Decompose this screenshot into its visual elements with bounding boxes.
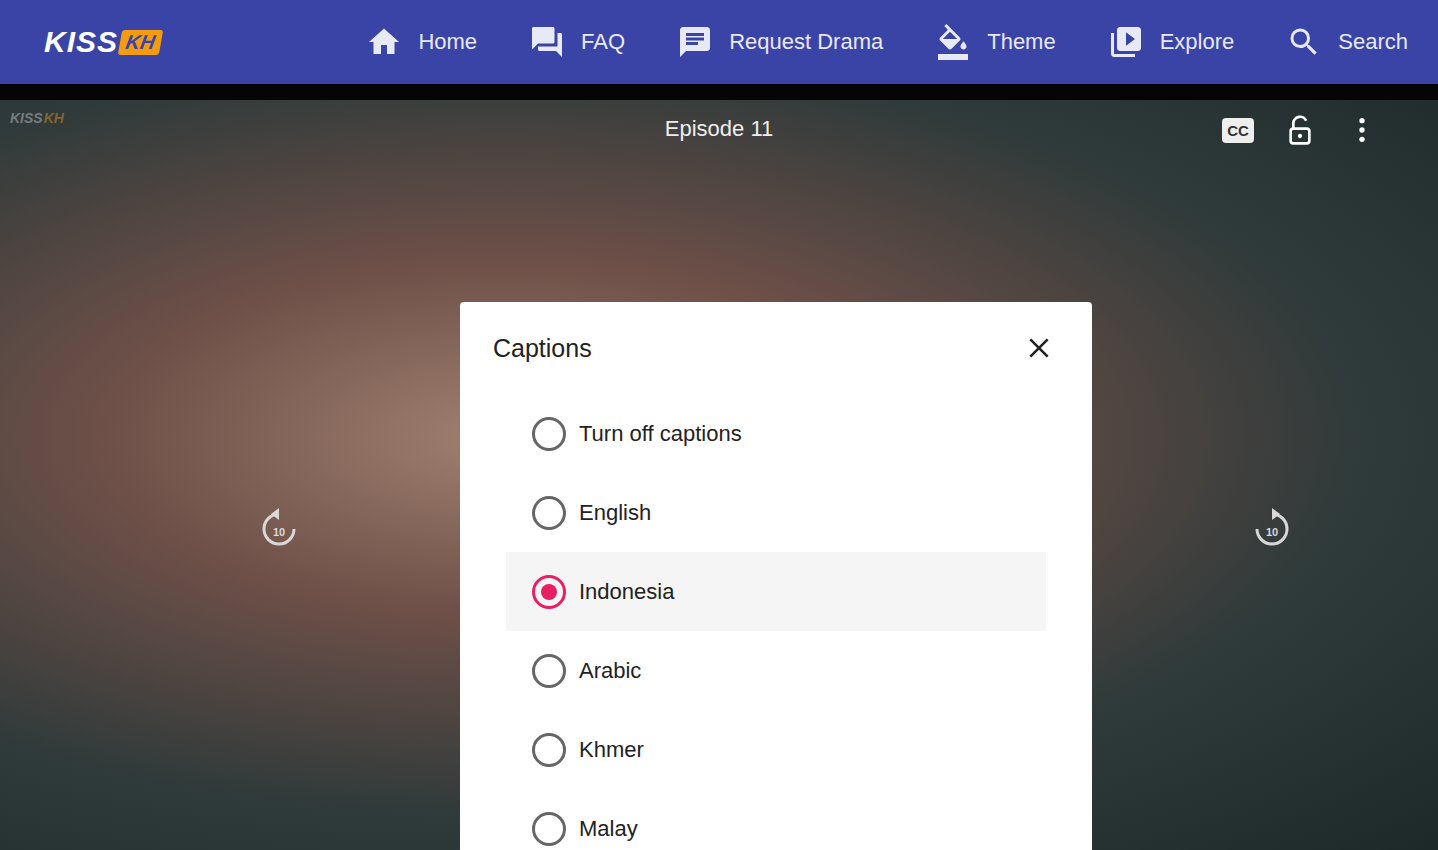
dialog-title: Captions	[493, 334, 592, 363]
forward-button[interactable]: 10	[1252, 508, 1292, 552]
forum-icon	[529, 24, 565, 60]
radio-button[interactable]	[532, 812, 566, 846]
nav-item[interactable]: Explore	[1108, 24, 1235, 60]
radio-button[interactable]	[532, 575, 566, 609]
nav-item[interactable]: Search	[1286, 24, 1408, 60]
nav-item[interactable]: Request Drama	[677, 24, 883, 60]
nav-menu: Home FAQ Request Drama Theme Explore Search	[366, 24, 1408, 60]
video-library-icon	[1108, 24, 1144, 60]
spacer-strip	[0, 84, 1438, 100]
page: KISSKH Home FAQ Request Drama Theme Explore Se…	[0, 0, 1438, 850]
option-label: Khmer	[579, 737, 644, 763]
option-label: Malay	[579, 816, 638, 842]
logo-text: KISS	[44, 25, 118, 59]
nav-label: Explore	[1160, 29, 1235, 55]
radio-button[interactable]	[532, 417, 566, 451]
nav-label: FAQ	[581, 29, 625, 55]
forward-seconds: 10	[1252, 526, 1292, 538]
caption-option[interactable]: English	[506, 473, 1046, 552]
nav-label: Home	[418, 29, 477, 55]
option-label: Arabic	[579, 658, 641, 684]
radio-dot	[541, 584, 557, 600]
message-icon	[677, 24, 713, 60]
option-label: Indonesia	[579, 579, 674, 605]
logo[interactable]: KISSKH	[44, 25, 161, 59]
watermark: KISSKH	[10, 110, 64, 126]
caption-options: Turn off captions English Indonesia Arabic K…	[506, 394, 1046, 850]
navbar: KISSKH Home FAQ Request Drama Theme Explore Se…	[0, 0, 1438, 84]
home-icon	[366, 24, 402, 60]
rewind-seconds: 10	[259, 526, 299, 538]
nav-label: Request Drama	[729, 29, 883, 55]
radio-button[interactable]	[532, 733, 566, 767]
dialog-header: Captions	[493, 302, 1052, 394]
nav-label: Theme	[987, 29, 1055, 55]
search-icon	[1286, 24, 1322, 60]
caption-option[interactable]: Indonesia	[506, 552, 1046, 631]
caption-option[interactable]: Turn off captions	[506, 394, 1046, 473]
captions-dialog: Captions Turn off captions English Indonesi…	[460, 302, 1092, 850]
nav-item[interactable]: Theme	[935, 24, 1055, 60]
caption-option[interactable]: Malay	[506, 789, 1046, 850]
nav-label: Search	[1338, 29, 1408, 55]
captions-button[interactable]: CC	[1222, 118, 1254, 143]
option-label: Turn off captions	[579, 421, 742, 447]
paint-bucket-icon	[935, 24, 971, 60]
rewind-button[interactable]: 10	[259, 508, 299, 552]
player-controls: CC	[1222, 114, 1378, 146]
nav-item[interactable]: FAQ	[529, 24, 625, 60]
option-label: English	[579, 500, 651, 526]
caption-option[interactable]: Khmer	[506, 710, 1046, 789]
lock-icon[interactable]	[1284, 114, 1316, 146]
nav-item[interactable]: Home	[366, 24, 477, 60]
caption-option[interactable]: Arabic	[506, 631, 1046, 710]
logo-badge: KH	[118, 30, 163, 55]
video-player[interactable]: KISSKHEpisode 11CC1010CaptionsTurn off c…	[0, 100, 1438, 850]
radio-button[interactable]	[532, 496, 566, 530]
radio-button[interactable]	[532, 654, 566, 688]
close-icon[interactable]	[1026, 335, 1052, 361]
more-icon[interactable]	[1346, 114, 1378, 146]
